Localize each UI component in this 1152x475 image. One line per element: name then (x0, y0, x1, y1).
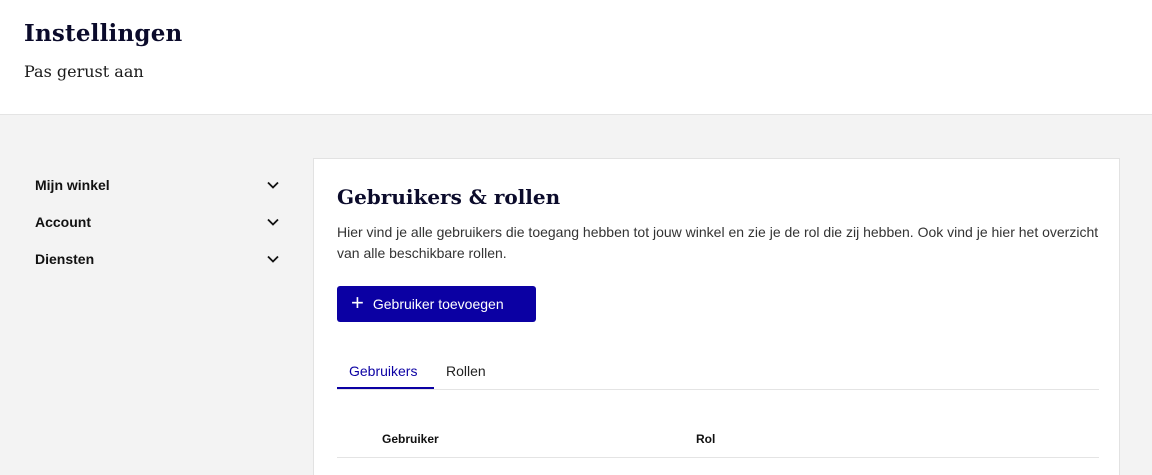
users-roles-card: Gebruikers & rollen Hier vind je alle ge… (313, 158, 1120, 475)
page-title: Instellingen (24, 20, 183, 47)
sidebar-item-label: Diensten (35, 250, 95, 267)
page-subtitle: Pas gerust aan (24, 62, 144, 81)
sidebar-item-label: Mijn winkel (35, 176, 110, 193)
page-header: Instellingen Pas gerust aan (0, 0, 1152, 115)
users-table-header: Gebruiker Rol (337, 425, 1099, 458)
tab-rollen[interactable]: Rollen (446, 363, 486, 379)
add-user-button-label: Gebruiker toevoegen (372, 296, 504, 312)
tabs: Gebruikers Rollen (337, 357, 1099, 390)
column-header-gebruiker: Gebruiker (382, 432, 439, 446)
sidebar-item-mijn-winkel[interactable]: Mijn winkel (35, 166, 280, 203)
plus-icon: + (351, 290, 364, 315)
section-title: Gebruikers & rollen (337, 185, 561, 209)
sidebar-item-diensten[interactable]: Diensten (35, 240, 280, 277)
sidebar-item-label: Account (35, 213, 91, 230)
sidebar-item-account[interactable]: Account (35, 203, 280, 240)
column-header-rol: Rol (696, 432, 716, 446)
chevron-down-icon (267, 181, 279, 189)
chevron-down-icon (267, 255, 279, 263)
active-tab-indicator (337, 387, 434, 389)
chevron-down-icon (267, 218, 279, 226)
section-description: Hier vind je alle gebruikers die toegang… (337, 224, 1099, 261)
settings-sidebar: Mijn winkel Account Diensten (35, 166, 280, 277)
tab-gebruikers[interactable]: Gebruikers (349, 363, 417, 379)
add-user-button[interactable]: + Gebruiker toevoegen (337, 286, 536, 322)
